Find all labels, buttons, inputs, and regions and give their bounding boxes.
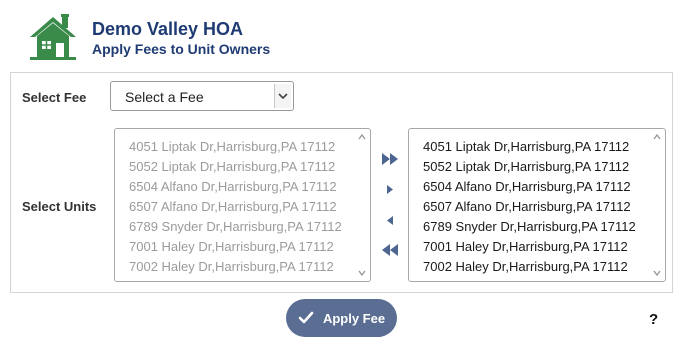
org-name: Demo Valley HOA [92,19,244,39]
selected-units-list[interactable]: 4051 Liptak Dr,Harrisburg,PA 17112 5052 L… [408,128,666,282]
scroll-down-icon[interactable] [358,270,366,276]
unit-option[interactable]: 7001 Haley Dr,Harrisburg,PA 17112 [129,237,342,257]
move-all-left-button[interactable] [379,242,401,258]
unit-option[interactable]: 4051 Liptak Dr,Harrisburg,PA 17112 [129,137,342,157]
apply-fee-button[interactable]: Apply Fee [286,299,397,337]
apply-fee-label: Apply Fee [322,310,386,326]
fee-select[interactable]: Select a Fee [110,81,294,111]
scroll-up-icon[interactable] [653,134,661,140]
double-chevron-left-icon [382,244,398,256]
unit-option[interactable]: 7002 Haley Dr,Harrisburg,PA 17112 [423,257,636,277]
move-all-right-button[interactable] [379,151,401,167]
unit-option[interactable]: 6504 Alfano Dr,Harrisburg,PA 17112 [423,177,636,197]
unit-option[interactable]: 5052 Liptak Dr,Harrisburg,PA 17112 [423,157,636,177]
checkmark-icon [298,311,314,324]
move-left-button[interactable] [379,212,401,228]
available-units-scrollbar[interactable] [354,129,370,281]
page-header: Demo Valley HOA Apply Fees to Unit Owner… [0,0,686,70]
unit-option[interactable]: 6789 Snyder Dr,Harrisburg,PA 17112 [129,217,342,237]
house-icon [30,14,76,60]
unit-option[interactable]: 4051 Liptak Dr,Harrisburg,PA 17112 [423,137,636,157]
unit-option[interactable]: 6789 Snyder Dr,Harrisburg,PA 17112 [423,217,636,237]
unit-option[interactable]: 7002 Haley Dr,Harrisburg,PA 17112 [129,257,342,277]
page-subtitle: Apply Fees to Unit Owners [92,41,271,57]
unit-option[interactable]: 6507 Alfano Dr,Harrisburg,PA 17112 [129,197,342,217]
unit-option[interactable]: 6507 Alfano Dr,Harrisburg,PA 17112 [423,197,636,217]
selected-units-scrollbar[interactable] [649,129,665,281]
double-chevron-right-icon [382,153,398,165]
scroll-up-icon[interactable] [358,134,366,140]
fee-select-value: Select a Fee [125,89,204,105]
triangle-right-icon [387,184,393,194]
help-link[interactable]: ? [649,311,658,328]
unit-option[interactable]: 6504 Alfano Dr,Harrisburg,PA 17112 [129,177,342,197]
select-units-label: Select Units [22,199,97,214]
select-fee-label: Select Fee [22,90,87,105]
apply-fee-panel: Select Fee Select a Fee Select Units 405… [10,72,673,293]
scroll-down-icon[interactable] [653,270,661,276]
selected-units-items: 4051 Liptak Dr,Harrisburg,PA 17112 5052 L… [423,137,636,277]
move-right-button[interactable] [379,181,401,197]
chevron-down-icon[interactable] [274,84,291,108]
unit-option[interactable]: 5052 Liptak Dr,Harrisburg,PA 17112 [129,157,342,177]
unit-option[interactable]: 7001 Haley Dr,Harrisburg,PA 17112 [423,237,636,257]
available-units-items: 4051 Liptak Dr,Harrisburg,PA 17112 5052 L… [129,137,342,277]
available-units-list[interactable]: 4051 Liptak Dr,Harrisburg,PA 17112 5052 L… [114,128,371,282]
triangle-left-icon [387,215,393,225]
